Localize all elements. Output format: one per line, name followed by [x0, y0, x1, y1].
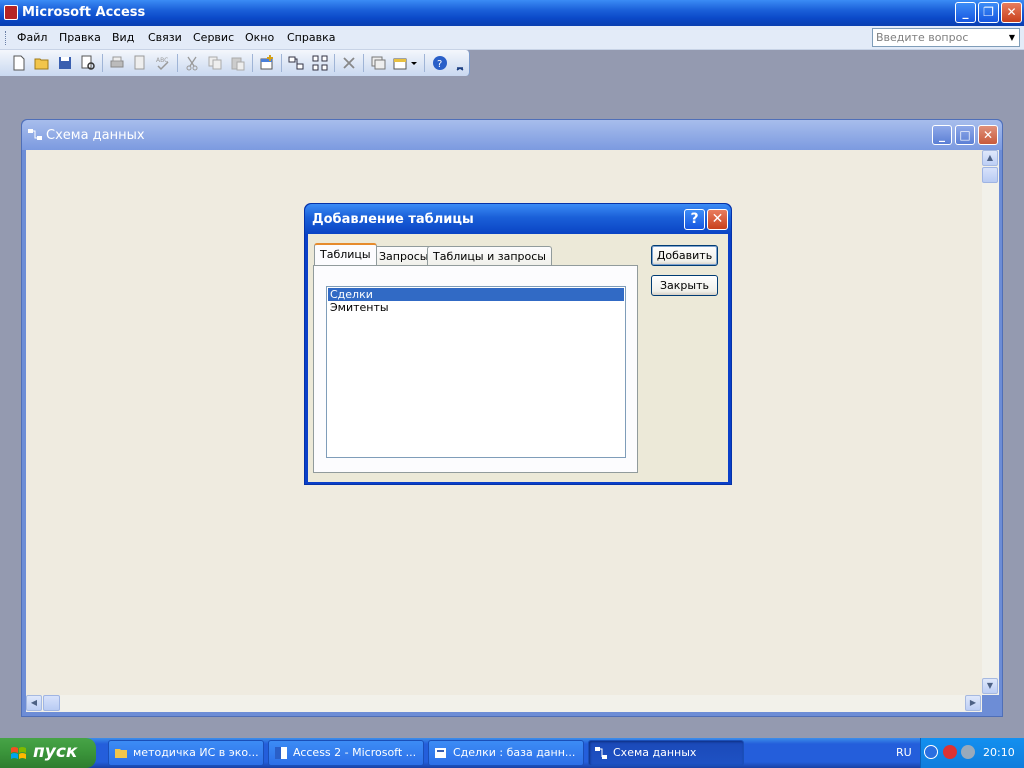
app-title: Microsoft Access — [22, 5, 146, 20]
copy-icon[interactable] — [206, 54, 224, 72]
child-maximize-button[interactable]: □ — [955, 125, 975, 145]
list-item-deals[interactable]: Сделки — [328, 288, 624, 301]
toolbar-options-icon[interactable] — [455, 54, 465, 72]
app-title-bar[interactable]: Microsoft Access _ ❐ ✕ — [0, 0, 1024, 26]
tray-arrow-icon[interactable] — [924, 745, 938, 759]
open-icon[interactable] — [33, 54, 51, 72]
new-icon[interactable] — [10, 54, 28, 72]
dialog-help-button[interactable]: ? — [684, 209, 705, 230]
child-minimize-button[interactable]: _ — [932, 125, 952, 145]
cut-icon[interactable] — [183, 54, 201, 72]
menu-help[interactable]: Справка — [287, 31, 335, 44]
menu-bar: Файл Правка Вид Связи Сервис Окно Справк… — [0, 26, 1024, 50]
tab-tables-and-queries[interactable]: Таблицы и запросы — [427, 246, 552, 265]
volume-icon[interactable] — [961, 745, 975, 759]
folder-icon — [115, 749, 127, 758]
show-table-icon[interactable] — [258, 54, 276, 72]
task-label: Access 2 - Microsoft ... — [293, 746, 417, 759]
new-object-icon[interactable] — [392, 54, 418, 72]
vertical-scrollbar[interactable]: ▲ ▼ — [982, 150, 999, 695]
svg-text:?: ? — [437, 59, 442, 70]
minimize-button[interactable]: _ — [955, 2, 976, 23]
window-icon[interactable] — [369, 54, 387, 72]
task-access-word[interactable]: Access 2 - Microsoft ... — [268, 740, 424, 766]
relationships-icon — [28, 129, 42, 140]
horizontal-scroll-thumb[interactable] — [43, 695, 60, 711]
add-table-dialog: Добавление таблицы ? ✕ Таблицы Запросы Т… — [304, 203, 732, 485]
task-relationships[interactable]: Схема данных — [588, 740, 744, 766]
task-methodichka[interactable]: методичка ИС в эко... — [108, 740, 264, 766]
scroll-right-icon[interactable]: ▶ — [965, 695, 981, 711]
tables-listbox[interactable]: Сделки Эмитенты — [326, 286, 626, 458]
add-button[interactable]: Добавить — [651, 245, 718, 266]
menu-tools[interactable]: Сервис — [193, 31, 234, 44]
menu-relationships[interactable]: Связи — [148, 31, 182, 44]
system-tray: 20:10 — [920, 738, 1024, 768]
access-app-icon — [4, 5, 18, 20]
paste-icon[interactable] — [229, 54, 247, 72]
tab-queries[interactable]: Запросы — [373, 246, 435, 265]
menu-edit[interactable]: Правка — [59, 31, 101, 44]
menu-window[interactable]: Окно — [245, 31, 274, 44]
relationships-icon — [595, 747, 607, 759]
task-database[interactable]: Сделки : база данн... — [428, 740, 584, 766]
save-icon[interactable] — [56, 54, 74, 72]
vertical-scroll-thumb[interactable] — [982, 167, 998, 183]
relationships-title: Схема данных — [46, 128, 145, 143]
tab-panel: Сделки Эмитенты — [313, 265, 638, 473]
start-label: пуск — [33, 742, 78, 762]
clock[interactable]: 20:10 — [983, 746, 1015, 759]
dialog-title-bar[interactable]: Добавление таблицы ? ✕ — [305, 204, 731, 234]
scroll-up-icon[interactable]: ▲ — [982, 150, 998, 166]
relationship-toolbar: ABC ? — [0, 50, 470, 76]
dialog-title: Добавление таблицы — [312, 212, 474, 227]
horizontal-scrollbar[interactable]: ◀ ▶ — [26, 695, 982, 712]
restore-button[interactable]: ❐ — [978, 2, 999, 23]
task-label: Схема данных — [613, 746, 697, 759]
menu-file[interactable]: Файл — [17, 31, 47, 44]
taskbar: пуск методичка ИС в эко... Access 2 - Mi… — [0, 738, 1024, 768]
task-label: методичка ИС в эко... — [133, 746, 259, 759]
scroll-down-icon[interactable]: ▼ — [982, 678, 998, 694]
help-icon[interactable]: ? — [431, 54, 449, 72]
start-button[interactable]: пуск — [0, 738, 96, 768]
database-icon — [435, 748, 446, 758]
print-preview-search-icon[interactable] — [79, 54, 97, 72]
chevron-down-icon[interactable]: ▼ — [1005, 29, 1019, 46]
language-indicator[interactable]: RU — [896, 746, 912, 759]
network-alert-icon[interactable] — [943, 745, 957, 759]
tab-tables[interactable]: Таблицы — [314, 243, 377, 265]
show-direct-icon[interactable] — [287, 54, 305, 72]
close-app-button[interactable]: ✕ — [1001, 2, 1022, 23]
delete-icon[interactable] — [340, 54, 358, 72]
dialog-close-button[interactable]: ✕ — [707, 209, 728, 230]
list-item-issuers[interactable]: Эмитенты — [328, 301, 624, 314]
print-icon[interactable] — [108, 54, 126, 72]
dialog-body: Таблицы Запросы Таблицы и запросы Сделки… — [308, 234, 728, 482]
show-all-icon[interactable] — [311, 54, 329, 72]
relationships-title-bar[interactable]: Схема данных _ □ ✕ — [22, 120, 1002, 150]
menu-grip-icon — [5, 31, 8, 45]
ask-question-placeholder: Введите вопрос — [876, 31, 969, 44]
ask-question-input[interactable]: Введите вопрос ▼ — [872, 28, 1020, 47]
close-button[interactable]: Закрыть — [651, 275, 718, 296]
menu-view[interactable]: Вид — [112, 31, 134, 44]
windows-logo-icon — [11, 747, 26, 759]
child-close-button[interactable]: ✕ — [978, 125, 998, 145]
task-label: Сделки : база данн... — [453, 746, 576, 759]
word-doc-icon — [275, 747, 287, 759]
scroll-left-icon[interactable]: ◀ — [26, 695, 42, 711]
preview-icon[interactable] — [131, 54, 149, 72]
spelling-icon[interactable]: ABC — [154, 54, 172, 72]
